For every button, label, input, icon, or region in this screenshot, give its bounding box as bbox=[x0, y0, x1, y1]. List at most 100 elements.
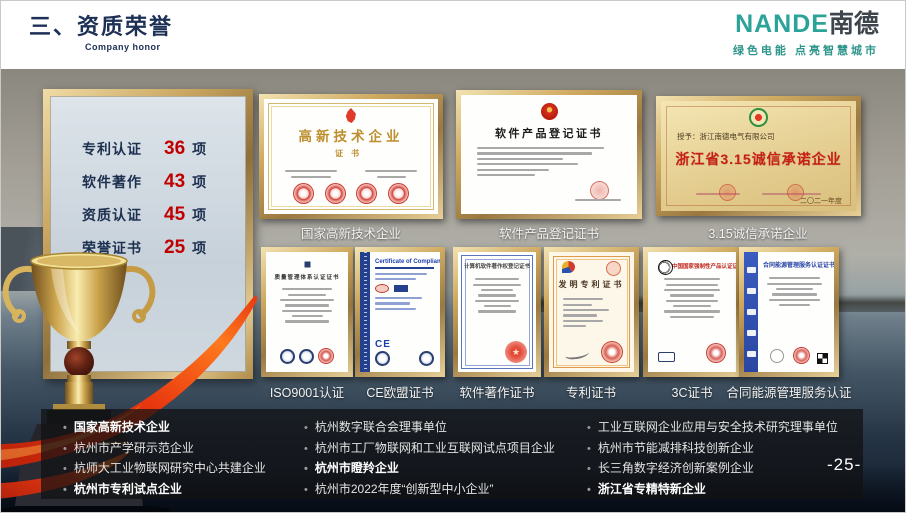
company-logo: NANDE南德 绿色电能 点亮智慧城市 bbox=[733, 12, 879, 58]
certificate-text-lines: Certificate of Compliance bbox=[360, 252, 440, 310]
certificate-caption: CE欧盟证书 bbox=[366, 382, 433, 401]
award-line: 授予：浙江南德电气有限公司 bbox=[661, 129, 856, 142]
red-seal-icon bbox=[601, 341, 623, 363]
honors-column-2: 杭州数字联合会理事单位 杭州市工厂物联网和工业互联网试点项目企业 杭州市瞪羚企业… bbox=[304, 418, 587, 499]
certificate-text-lines bbox=[461, 147, 637, 176]
certificate-title: 软件产品登记证书 bbox=[461, 125, 637, 141]
certificate-text-lines bbox=[264, 159, 438, 181]
logo-tagline: 绿色电能 点亮智慧城市 bbox=[733, 42, 879, 58]
certificate-title: 发明专利证书 bbox=[549, 279, 634, 290]
band-logo-icon bbox=[747, 330, 756, 336]
red-oval-stamp-icon bbox=[375, 284, 389, 293]
certificate-year: 二〇二一年度 bbox=[800, 196, 842, 206]
cqc-mark-icon bbox=[658, 352, 675, 362]
cnas-seal-icon bbox=[299, 349, 314, 364]
red-stamp-icon bbox=[606, 261, 621, 276]
red-seal-icon bbox=[356, 183, 377, 204]
red-seal-icon bbox=[318, 348, 334, 364]
red-seal-icon bbox=[590, 181, 609, 200]
certificate-text-lines bbox=[458, 270, 536, 313]
honor-item: 浙江省专精特新企业 bbox=[587, 480, 863, 501]
gray-seal-icon bbox=[770, 349, 784, 363]
stat-value: 45 bbox=[164, 204, 185, 226]
certificate-text-lines bbox=[648, 270, 736, 318]
red-seal-icon bbox=[505, 341, 527, 363]
certificate-software-copyright: 计算机软件著作权登记证书 bbox=[453, 247, 541, 377]
certificate-title: Certificate of Compliance bbox=[375, 259, 434, 265]
stat-value: 36 bbox=[164, 138, 185, 160]
certificate-national-high-tech: 高新技术企业 证书 bbox=[259, 94, 443, 219]
honor-item: 杭州市2022年度“创新型中小企业” bbox=[304, 480, 587, 501]
honor-item: 国家高新技术企业 bbox=[63, 418, 304, 439]
sipo-logo-icon bbox=[562, 261, 575, 273]
page-number: -25- bbox=[827, 455, 861, 475]
certificate-energy-management: 合同能源管理服务认证证书 bbox=[739, 247, 839, 377]
page-subtitle: Company honor bbox=[85, 42, 161, 52]
band-logo-icon bbox=[747, 267, 756, 273]
red-seal-icon bbox=[793, 347, 810, 364]
honors-panel: 国家高新技术企业 杭州市产学研示范企业 杭师大工业物联网研究中心共建企业 杭州市… bbox=[41, 409, 863, 499]
red-seal-icon bbox=[293, 183, 314, 204]
honors-column-1: 国家高新技术企业 杭州市产学研示范企业 杭师大工业物联网研究中心共建企业 杭州市… bbox=[63, 418, 304, 499]
band-logo-icon bbox=[747, 351, 756, 357]
certificate-315-integrity: 授予：浙江南德电气有限公司 浙江省3.15诚信承诺企业 二〇二一年度 bbox=[656, 96, 861, 216]
certificate-body: 中国国家强制性产品认证证书 bbox=[648, 252, 736, 372]
date-line bbox=[575, 199, 621, 201]
certificate-patent: 发明专利证书 bbox=[544, 247, 639, 377]
certificate-caption: ISO9001认证 bbox=[270, 382, 344, 401]
signature-mark bbox=[565, 348, 590, 360]
stat-label: 软件著作 bbox=[82, 172, 144, 192]
stat-label: 专利认证 bbox=[82, 139, 144, 159]
certificate-caption: 3C证书 bbox=[672, 382, 713, 401]
certificate-body: 高新技术企业 证书 bbox=[264, 99, 438, 214]
certificate-software-product: 软件产品登记证书 bbox=[456, 90, 642, 219]
red-seal-icon bbox=[388, 183, 409, 204]
certificate-body: 合同能源管理服务认证证书 bbox=[744, 252, 834, 372]
logo-cn: 南德 bbox=[829, 10, 879, 38]
ce-mark: CE bbox=[375, 339, 391, 350]
certificate-caption: 3.15诚信承诺企业 bbox=[708, 223, 807, 242]
stat-row: 专利认证 36 项 bbox=[82, 138, 246, 160]
stamp-row bbox=[375, 351, 434, 366]
honor-item: 杭州市专利试点企业 bbox=[63, 480, 304, 501]
honor-item: 杭州市产学研示范企业 bbox=[63, 439, 304, 460]
certificate-caption: 软件产品登记证书 bbox=[499, 223, 599, 242]
certificate-subtitle: 证书 bbox=[264, 148, 438, 159]
registrar-logo-icon bbox=[303, 260, 312, 269]
header: 三、资质荣誉 Company honor NANDE南德 绿色电能 点亮智慧城市 bbox=[1, 1, 905, 69]
red-seals-row bbox=[264, 183, 438, 204]
certificate-caption: 软件著作证书 bbox=[459, 382, 534, 401]
certificate-body: 发明专利证书 bbox=[549, 252, 634, 372]
blue-seal-icon bbox=[375, 351, 390, 366]
ccc-logo-icon bbox=[658, 260, 673, 275]
navy-box-icon bbox=[394, 285, 408, 292]
stat-unit: 项 bbox=[192, 172, 206, 192]
certificate-title: 计算机软件著作权登记证书 bbox=[458, 262, 536, 270]
certificate-ce: Certificate of Compliance CE bbox=[355, 247, 445, 377]
national-emblem-icon bbox=[541, 103, 558, 120]
honor-item: 杭师大工业物联网研究中心共建企业 bbox=[63, 459, 304, 480]
red-seal-icon bbox=[325, 183, 346, 204]
certificate-text-lines bbox=[549, 290, 634, 327]
honors-column-3: 工业互联网企业应用与安全技术研究理事单位 杭州市节能减排科技创新企业 长三角数字… bbox=[587, 418, 863, 499]
certificate-caption: 专利证书 bbox=[566, 382, 616, 401]
certificate-caption: 国家高新技术企业 bbox=[301, 223, 401, 242]
honor-item: 长三角数字经济创新案例企业 bbox=[587, 459, 863, 480]
honor-item: 工业互联网企业应用与安全技术研究理事单位 bbox=[587, 418, 863, 439]
certificate-title: 高新技术企业 bbox=[264, 125, 438, 145]
page-title: 三、资质荣誉 bbox=[29, 9, 173, 41]
certificate-title: 浙江省3.15诚信承诺企业 bbox=[661, 149, 856, 169]
wreath-emblem-icon bbox=[749, 108, 768, 127]
band-logo-icon bbox=[747, 309, 756, 315]
blue-side-band bbox=[744, 252, 758, 372]
honor-item: 杭州数字联合会理事单位 bbox=[304, 418, 587, 439]
stat-row: 软件著作 43 项 bbox=[82, 171, 246, 193]
blue-side-band bbox=[360, 252, 370, 372]
slide: 三、资质荣誉 Company honor NANDE南德 绿色电能 点亮智慧城市… bbox=[0, 0, 906, 513]
honor-item: 杭州市工厂物联网和工业互联网试点项目企业 bbox=[304, 439, 587, 460]
logo-text: NANDE南德 bbox=[733, 12, 879, 37]
stat-row: 资质认证 45 项 bbox=[82, 204, 246, 226]
qr-code-icon bbox=[818, 354, 827, 363]
certificate-3c: 中国国家强制性产品认证证书 bbox=[643, 247, 741, 377]
certificate-body: 计算机软件著作权登记证书 bbox=[458, 252, 536, 372]
